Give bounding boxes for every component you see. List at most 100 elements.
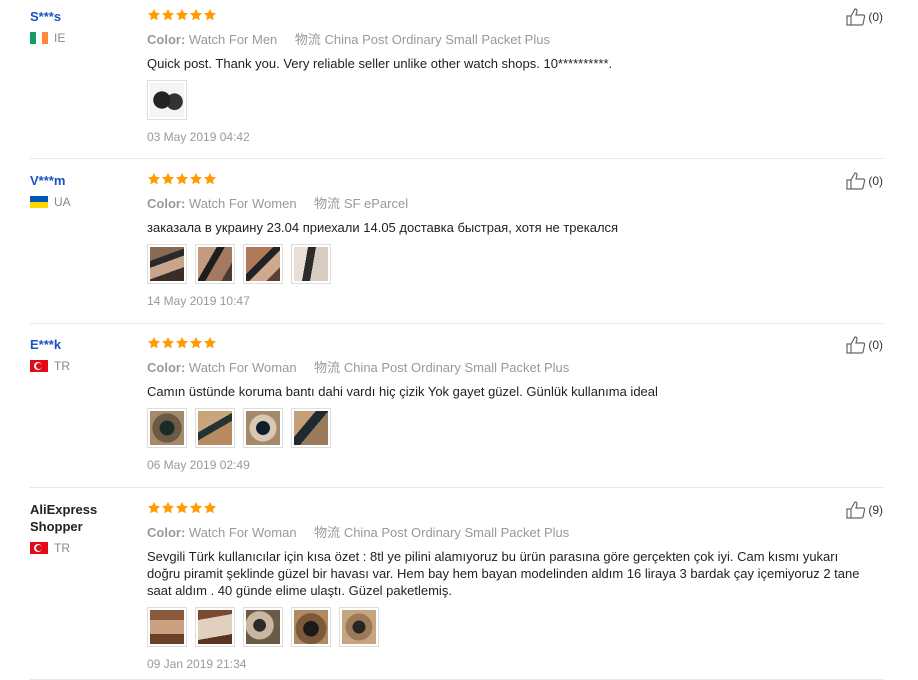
thumbs-up-icon xyxy=(846,336,866,354)
country-code: UA xyxy=(54,195,71,209)
country-code: IE xyxy=(54,31,66,45)
review-photo[interactable] xyxy=(291,408,331,448)
color-label: Color: xyxy=(147,196,186,211)
star-icon xyxy=(175,501,189,514)
review-date: 09 Jan 2019 21:34 xyxy=(147,657,247,671)
review-date: 03 May 2019 04:42 xyxy=(147,130,250,144)
color-label: Color: xyxy=(147,360,186,375)
review-content: Color: Watch For Woman 物流 China Post Ord… xyxy=(147,501,867,671)
turkey-flag-icon xyxy=(30,360,48,372)
helpful-button[interactable]: (0) xyxy=(846,172,883,190)
shipping-value: China Post Ordinary Small Packet Plus xyxy=(343,525,570,540)
review-photo[interactable] xyxy=(243,244,283,284)
thumbs-up-icon xyxy=(846,501,866,519)
color-label: Color: xyxy=(147,32,186,47)
review-photo[interactable] xyxy=(291,607,331,647)
star-icon xyxy=(147,172,161,185)
review-photo[interactable] xyxy=(291,244,331,284)
thumbs-up-icon xyxy=(846,172,866,190)
review-content: Color: Watch For Women 物流 SF eParcel зак… xyxy=(147,172,867,308)
helpful-button[interactable]: (9) xyxy=(846,501,883,519)
reviewer-country: UA xyxy=(30,195,140,209)
review-text: Quick post. Thank you. Very reliable sel… xyxy=(147,56,613,71)
review-photos xyxy=(147,80,867,120)
review-date: 06 May 2019 02:49 xyxy=(147,458,250,472)
review-meta: Color: Watch For Woman 物流 China Post Ord… xyxy=(147,522,867,541)
review-photo[interactable] xyxy=(147,80,187,120)
star-icon xyxy=(189,8,203,21)
shipping-value: China Post Ordinary Small Packet Plus xyxy=(343,360,570,375)
reviewer-name[interactable]: E***k xyxy=(30,336,140,353)
review-meta: Color: Watch For Women 物流 SF eParcel xyxy=(147,193,867,212)
review-photo[interactable] xyxy=(147,607,187,647)
star-icon xyxy=(147,8,161,21)
review-photos xyxy=(147,408,867,448)
review-text: Sevgili Türk kullanıcılar için kısa özet… xyxy=(147,549,860,598)
helpful-count: (0) xyxy=(868,10,883,24)
review-item: AliExpress Shopper TR Color: Watch For W… xyxy=(30,501,883,680)
star-icon xyxy=(189,501,203,514)
reviewer-info: AliExpress Shopper TR xyxy=(30,501,140,555)
review-photo[interactable] xyxy=(243,607,283,647)
shipping-value: China Post Ordinary Small Packet Plus xyxy=(324,32,550,47)
review-content: Color: Watch For Men 物流 China Post Ordin… xyxy=(147,8,867,144)
reviewer-name[interactable]: S***s xyxy=(30,8,140,25)
star-rating xyxy=(147,172,867,188)
star-icon xyxy=(175,336,189,349)
review-item: S***s IE Color: Watch For Men 物流 China P… xyxy=(30,8,883,159)
star-rating xyxy=(147,336,867,352)
ireland-flag-icon xyxy=(30,32,48,44)
review-photo[interactable] xyxy=(195,244,235,284)
helpful-count: (0) xyxy=(868,338,883,352)
review-photo[interactable] xyxy=(195,408,235,448)
star-icon xyxy=(189,336,203,349)
star-icon xyxy=(189,172,203,185)
reviewer-info: E***k TR xyxy=(30,336,140,373)
color-label: Color: xyxy=(147,525,186,540)
review-meta: Color: Watch For Woman 物流 China Post Ord… xyxy=(147,357,867,376)
star-icon xyxy=(175,8,189,21)
review-item: V***m UA Color: Watch For Women 物流 SF eP… xyxy=(30,172,883,324)
star-icon xyxy=(161,172,175,185)
color-value: Watch For Women xyxy=(188,196,297,211)
ukraine-flag-icon xyxy=(30,196,48,208)
review-photo[interactable] xyxy=(243,408,283,448)
review-photos xyxy=(147,607,867,647)
reviewer-country: TR xyxy=(30,541,140,555)
thumbs-up-icon xyxy=(846,8,866,26)
reviewer-name[interactable]: V***m xyxy=(30,172,140,189)
shipping-label: 物流 xyxy=(294,32,321,47)
review-content: Color: Watch For Woman 物流 China Post Ord… xyxy=(147,336,867,472)
review-meta: Color: Watch For Men 物流 China Post Ordin… xyxy=(147,29,867,48)
helpful-count: (9) xyxy=(868,503,883,517)
color-value: Watch For Woman xyxy=(188,525,297,540)
star-icon xyxy=(203,336,217,349)
helpful-button[interactable]: (0) xyxy=(846,336,883,354)
color-value: Watch For Men xyxy=(188,32,278,47)
turkey-flag-icon xyxy=(30,542,48,554)
star-icon xyxy=(161,8,175,21)
reviewer-name[interactable]: AliExpress Shopper xyxy=(30,501,140,535)
review-text: заказала в украину 23.04 приехали 14.05 … xyxy=(147,220,619,235)
review-text: Camın üstünde koruma bantı dahi vardı hi… xyxy=(147,384,658,399)
review-photo[interactable] xyxy=(147,408,187,448)
shipping-label: 物流 xyxy=(314,525,341,540)
reviewer-info: V***m UA xyxy=(30,172,140,209)
helpful-button[interactable]: (0) xyxy=(846,8,883,26)
star-rating xyxy=(147,8,867,24)
star-icon xyxy=(203,501,217,514)
reviewer-country: TR xyxy=(30,359,140,373)
helpful-count: (0) xyxy=(868,174,883,188)
review-date: 14 May 2019 10:47 xyxy=(147,294,250,308)
review-photo[interactable] xyxy=(339,607,379,647)
star-icon xyxy=(175,172,189,185)
star-icon xyxy=(161,501,175,514)
shipping-value: SF eParcel xyxy=(343,196,409,211)
review-photo[interactable] xyxy=(195,607,235,647)
star-icon xyxy=(203,172,217,185)
reviewer-country: IE xyxy=(30,31,140,45)
review-photo[interactable] xyxy=(147,244,187,284)
star-icon xyxy=(161,336,175,349)
country-code: TR xyxy=(54,541,70,555)
shipping-label: 物流 xyxy=(314,196,341,211)
